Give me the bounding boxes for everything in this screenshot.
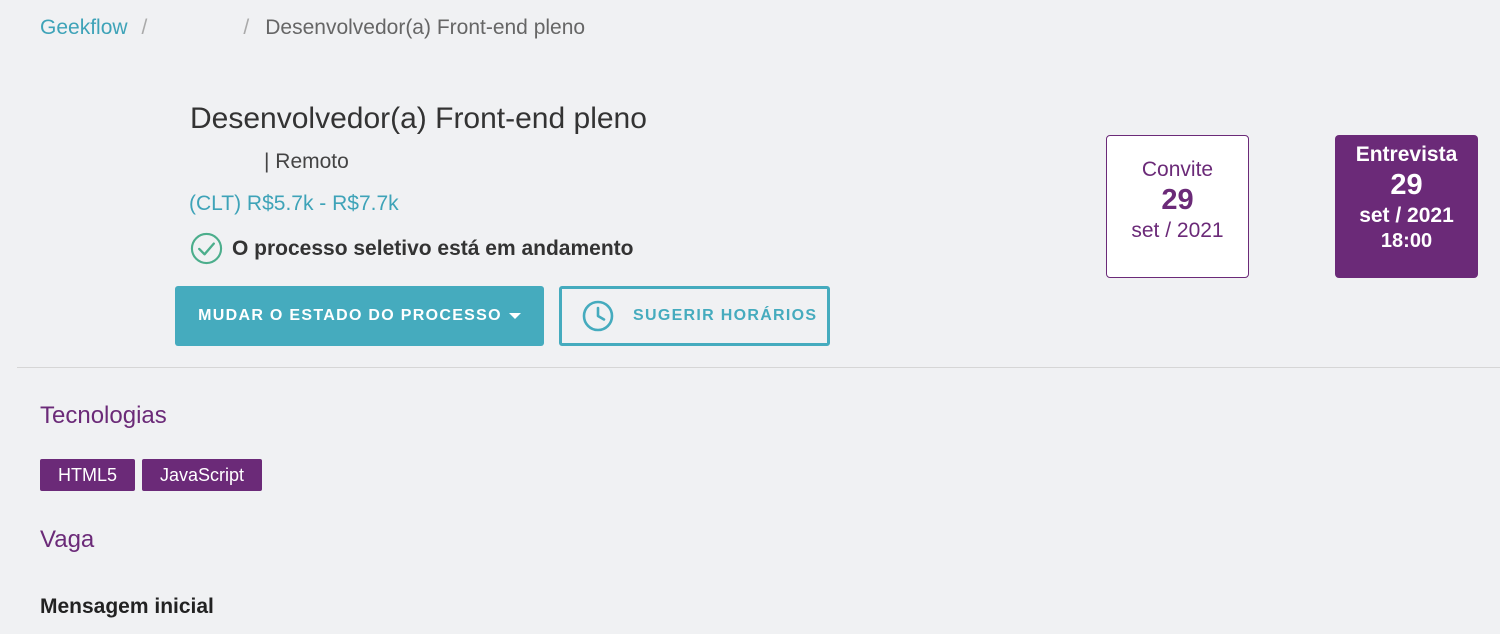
interview-day: 29 [1390, 169, 1423, 201]
caret-down-icon [508, 313, 521, 319]
breadcrumb-separator: / [141, 16, 148, 39]
job-heading: Vaga [40, 526, 95, 553]
technologies-heading: Tecnologias [40, 402, 167, 429]
invite-label: Convite [1141, 158, 1214, 181]
technology-tags: HTML5 JavaScript [40, 459, 263, 491]
invite-date-card: Convite 29 set / 2021 [1106, 135, 1249, 278]
process-status: O processo seletivo está em andamento [190, 232, 633, 265]
breadcrumb-home-link[interactable]: Geekflow [40, 16, 128, 40]
change-process-state-button[interactable]: MUDAR O ESTADO DO PROCESSO [175, 286, 544, 346]
section-divider [17, 367, 1500, 368]
suggest-times-button[interactable]: SUGERIR HORÁRIOS [559, 286, 830, 346]
breadcrumb-separator: / [243, 16, 250, 39]
process-status-text: O processo seletivo está em andamento [232, 236, 634, 260]
interview-month-year: set / 2021 [1359, 204, 1454, 227]
interview-time: 18:00 [1380, 230, 1433, 252]
breadcrumb: Geekflow / / Desenvolvedor(a) Front-end … [40, 16, 585, 40]
change-process-state-label: MUDAR O ESTADO DO PROCESSO [198, 307, 502, 324]
suggest-times-label: SUGERIR HORÁRIOS [633, 307, 818, 324]
job-salary: (CLT) R$5.7k - R$7.7k [189, 192, 399, 215]
job-title: Desenvolvedor(a) Front-end pleno [190, 102, 647, 135]
interview-label: Entrevista [1355, 143, 1458, 166]
initial-message-heading: Mensagem inicial [40, 595, 214, 618]
job-location: | Remoto [264, 150, 349, 173]
breadcrumb-current: Desenvolvedor(a) Front-end pleno [265, 16, 586, 39]
invite-month-year: set / 2021 [1131, 219, 1224, 242]
technology-tag: JavaScript [142, 459, 263, 491]
invite-day: 29 [1161, 184, 1194, 216]
job-page: Geekflow / / Desenvolvedor(a) Front-end … [0, 0, 1500, 634]
clock-icon [582, 300, 614, 332]
check-circle-icon [190, 232, 223, 265]
interview-date-card[interactable]: Entrevista 29 set / 2021 18:00 [1335, 135, 1478, 278]
technology-tag: HTML5 [40, 459, 136, 491]
